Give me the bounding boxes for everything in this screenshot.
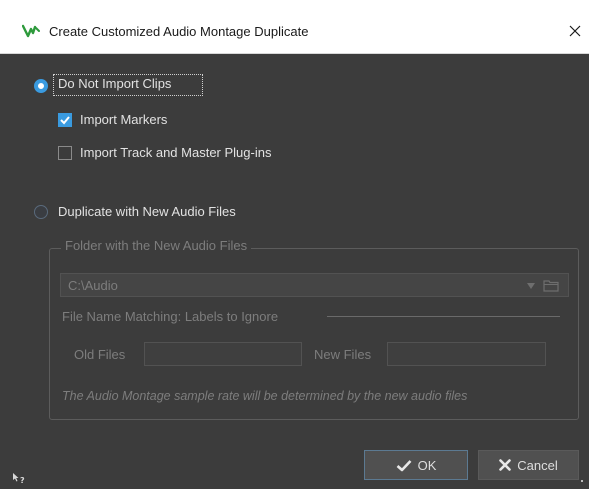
import-markers-label[interactable]: Import Markers [80,112,167,127]
import-plugins-checkbox[interactable] [58,146,72,160]
cancel-button[interactable]: Cancel [478,450,579,480]
do-not-import-clips-radio[interactable] [34,79,48,93]
folder-icon[interactable] [543,279,559,292]
x-icon [499,459,512,471]
folder-path-value: C:\Audio [68,278,118,293]
old-files-input[interactable] [144,342,302,366]
dialog-body: Do Not Import Clips Import Markers Impor… [0,54,589,489]
title-bar: Create Customized Audio Montage Duplicat… [0,0,589,54]
ok-button[interactable]: OK [364,450,468,480]
new-files-input[interactable] [387,342,546,366]
old-files-label: Old Files [74,347,126,362]
ok-button-label: OK [417,457,437,473]
close-icon [569,25,581,37]
window-title: Create Customized Audio Montage Duplicat… [49,24,309,39]
file-name-matching-label: File Name Matching: Labels to Ignore [62,309,279,324]
group-legend: Folder with the New Audio Files [61,238,252,253]
matching-separator [327,316,560,317]
import-plugins-label[interactable]: Import Track and Master Plug-ins [80,145,271,160]
checkmark-icon [396,459,412,471]
duplicate-with-new-files-radio[interactable] [34,205,48,219]
cancel-button-label: Cancel [517,457,558,473]
dropdown-arrow-icon[interactable] [527,283,535,289]
do-not-import-clips-label[interactable]: Do Not Import Clips [58,76,171,91]
checkmark-icon [60,116,70,125]
sample-rate-note: The Audio Montage sample rate will be de… [62,389,468,403]
svg-text:?: ? [20,476,25,484]
duplicate-with-new-files-label[interactable]: Duplicate with New Audio Files [58,204,236,219]
close-button[interactable] [561,17,589,45]
folder-path-combobox[interactable]: C:\Audio [60,273,569,297]
new-files-label: New Files [314,347,372,362]
resize-grip[interactable] [581,480,583,482]
wavelab-logo-icon [21,24,40,38]
import-markers-checkbox[interactable] [58,113,72,127]
whats-this-help-icon[interactable]: ? [12,472,26,487]
